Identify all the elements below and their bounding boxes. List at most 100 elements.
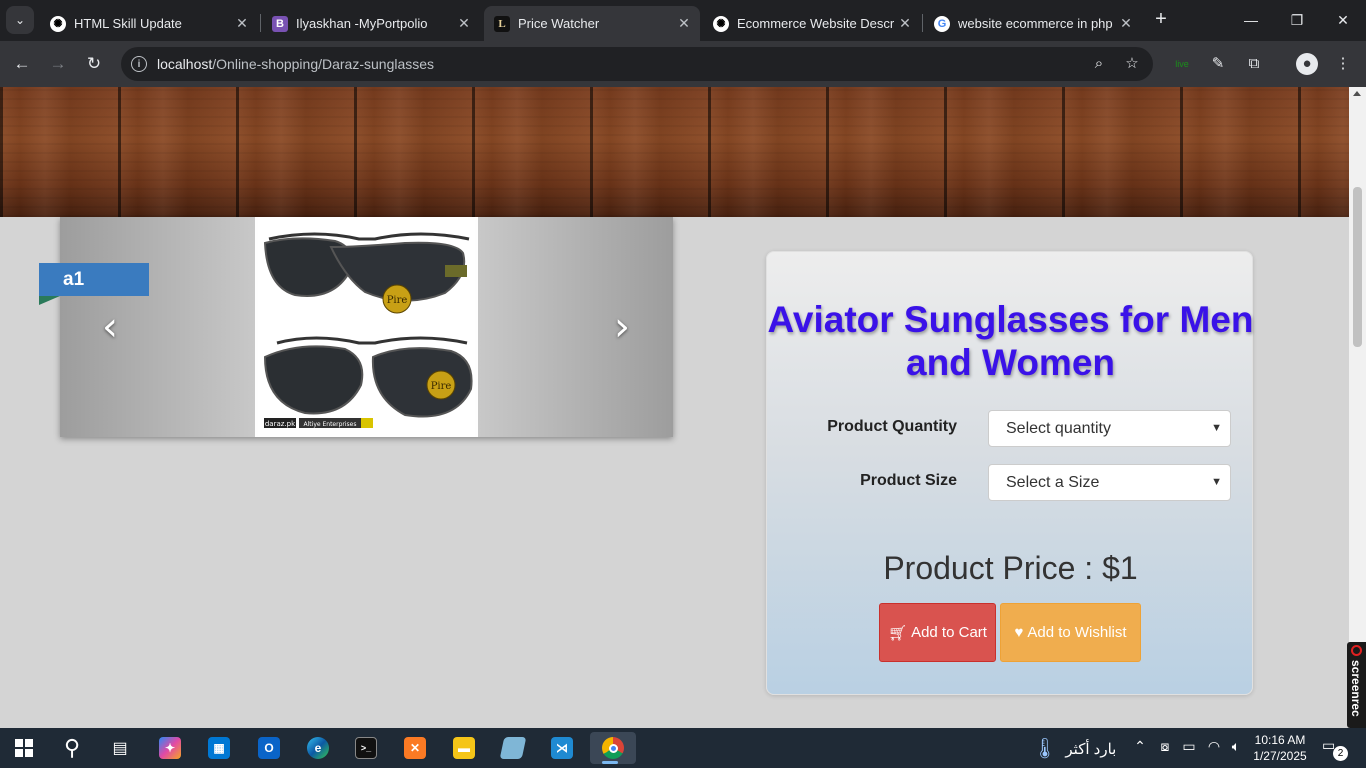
extension-live-icon[interactable]: live: [1171, 53, 1193, 75]
svg-text:Pire: Pire: [431, 381, 452, 392]
terminal-app[interactable]: >_: [346, 732, 386, 764]
task-view-button[interactable]: ▤: [100, 732, 140, 764]
windows-taskbar: ⚲ ▤ ✦ ▦ O e >_ ✕ ▬ ⋊ 🌡︎ بارد أكثر ⌃ ⧇ ▭ …: [0, 728, 1366, 768]
start-button[interactable]: [4, 732, 44, 764]
notification-center-button[interactable]: ▭ 2: [1322, 737, 1348, 761]
windows-logo-icon: [15, 739, 33, 757]
thermometer-icon: 🌡︎: [1032, 738, 1058, 760]
scroll-up-arrow-icon[interactable]: [1353, 91, 1361, 96]
xampp-app[interactable]: ✕: [395, 732, 435, 764]
clock-date: 1/27/2025: [1253, 749, 1307, 763]
notes-app[interactable]: [493, 732, 533, 764]
tab-my-portfolio[interactable]: B Ilyaskhan -MyPortpolio ✕: [262, 6, 480, 41]
browser-tab-strip: ⌄ ✺ HTML Skill Update ✕ B Ilyaskhan -MyP…: [0, 0, 1366, 41]
close-tab-icon[interactable]: ✕: [674, 15, 694, 32]
battery-icon[interactable]: ▭: [1179, 738, 1199, 755]
product-carousel: Pire Pire daraz.pk Altiye Enterprises ‹ …: [60, 217, 673, 437]
more-menu-icon[interactable]: ⋮: [1332, 53, 1354, 75]
edge-app[interactable]: e: [298, 732, 338, 764]
tab-search-button[interactable]: ⌄: [6, 6, 34, 34]
wifi-icon[interactable]: ◠: [1204, 738, 1224, 755]
image-brand-label: daraz.pk: [265, 420, 296, 428]
restore-icon: ❐: [1290, 11, 1304, 28]
arrow-right-icon: →: [49, 54, 67, 73]
size-select-value: Select a Size: [1006, 474, 1100, 491]
volume-icon[interactable]: 🔈︎: [1226, 738, 1246, 755]
sunglasses-product-image: Pire Pire daraz.pk Altiye Enterprises: [255, 217, 478, 437]
task-view-icon: ▤: [112, 740, 128, 757]
tab-separator: [922, 14, 923, 32]
chevron-right-icon: ›: [614, 304, 630, 350]
folder-icon: ▬: [453, 737, 475, 759]
tab-google-search[interactable]: G website ecommerce in php a ✕: [924, 6, 1142, 41]
plus-icon: +: [1155, 8, 1167, 30]
record-icon: [1351, 645, 1362, 656]
close-tab-icon[interactable]: ✕: [232, 15, 252, 32]
tab-price-watcher[interactable]: L Price Watcher ✕: [484, 6, 700, 41]
site-info-icon[interactable]: i: [131, 56, 147, 72]
close-icon: ✕: [1337, 11, 1349, 28]
url-host: localhost: [157, 56, 213, 72]
file-explorer-app[interactable]: ▬: [444, 732, 484, 764]
tab-html-skill-update[interactable]: ✺ HTML Skill Update ✕: [40, 6, 258, 41]
carousel-next-button[interactable]: ›: [602, 307, 642, 347]
add-to-cart-button[interactable]: 🛒︎ Add to Cart: [879, 603, 996, 662]
system-clock[interactable]: 10:16 AM 1/27/2025: [1250, 732, 1310, 764]
search-icon: ⚲: [63, 735, 81, 760]
outlook-app[interactable]: O: [249, 732, 289, 764]
screenrec-label: screenrec: [1349, 660, 1363, 717]
meet-now-icon[interactable]: ⧇: [1155, 738, 1175, 755]
scrollbar-thumb[interactable]: [1353, 187, 1362, 347]
close-tab-icon[interactable]: ✕: [1116, 15, 1136, 32]
size-select[interactable]: Select a Size ▼: [988, 464, 1231, 501]
minimize-icon: —: [1244, 12, 1258, 28]
copilot-app[interactable]: ✦: [150, 732, 190, 764]
page-scrollbar[interactable]: [1349, 87, 1366, 728]
product-price: Product Price : $1: [883, 550, 1138, 586]
store-app[interactable]: ▦: [199, 732, 239, 764]
arrow-left-icon: ←: [13, 54, 31, 73]
profile-avatar-icon[interactable]: ●: [1296, 53, 1318, 75]
zoom-icon[interactable]: ⌕: [1090, 55, 1108, 73]
forward-button[interactable]: →: [43, 49, 73, 79]
new-tab-button[interactable]: +: [1150, 8, 1172, 30]
add-to-wishlist-button[interactable]: ♥ Add to Wishlist: [1000, 603, 1141, 662]
extensions-puzzle-icon[interactable]: ⧉: [1243, 53, 1265, 75]
heart-icon: ♥: [1014, 624, 1024, 641]
xampp-icon: ✕: [404, 737, 426, 759]
quantity-label: Product Quantity: [827, 418, 957, 435]
search-button[interactable]: ⚲: [52, 732, 92, 764]
screenrec-widget[interactable]: screenrec: [1347, 642, 1366, 728]
copilot-icon: ✦: [159, 737, 181, 759]
bootstrap-icon: B: [272, 15, 288, 32]
back-button[interactable]: ←: [7, 49, 37, 79]
tab-title: Ilyaskhan -MyPortpolio: [296, 16, 428, 31]
carousel-right-shade: [473, 217, 673, 437]
tab-ecommerce-description[interactable]: ✺ Ecommerce Website Descrip ✕: [703, 6, 921, 41]
product-code-ribbon: a1: [39, 263, 149, 296]
address-bar[interactable]: i localhost/Online-shopping/Daraz-sungla…: [121, 47, 1153, 81]
restore-button[interactable]: ❐: [1274, 0, 1320, 40]
close-window-button[interactable]: ✕: [1320, 0, 1366, 40]
url-text: localhost/Online-shopping/Daraz-sunglass…: [157, 56, 434, 72]
chevron-down-icon: ▼: [1211, 476, 1222, 488]
reload-button[interactable]: ↻: [79, 49, 109, 79]
svg-text:Pire: Pire: [387, 295, 408, 306]
carousel-prev-button[interactable]: ‹: [90, 307, 130, 347]
ribbon-fold: [39, 296, 60, 305]
quantity-select[interactable]: Select quantity ▼: [988, 410, 1231, 447]
chrome-app[interactable]: [590, 732, 636, 764]
openai-icon: ✺: [50, 15, 66, 32]
outlook-icon: O: [258, 737, 280, 759]
tab-separator: [260, 14, 261, 32]
bookmark-star-icon[interactable]: ☆: [1123, 55, 1141, 73]
close-tab-icon[interactable]: ✕: [895, 15, 915, 32]
edge-icon: e: [307, 737, 329, 759]
eyedropper-extension-icon[interactable]: ✎: [1207, 53, 1229, 75]
weather-widget[interactable]: 🌡︎ بارد أكثر: [1032, 736, 1116, 761]
vscode-app[interactable]: ⋊: [542, 732, 582, 764]
product-title: Aviator Sunglasses for Men and Women: [767, 299, 1254, 383]
minimize-button[interactable]: —: [1228, 0, 1274, 40]
show-hidden-icons-chevron-icon[interactable]: ⌃: [1130, 738, 1150, 755]
close-tab-icon[interactable]: ✕: [454, 15, 474, 32]
